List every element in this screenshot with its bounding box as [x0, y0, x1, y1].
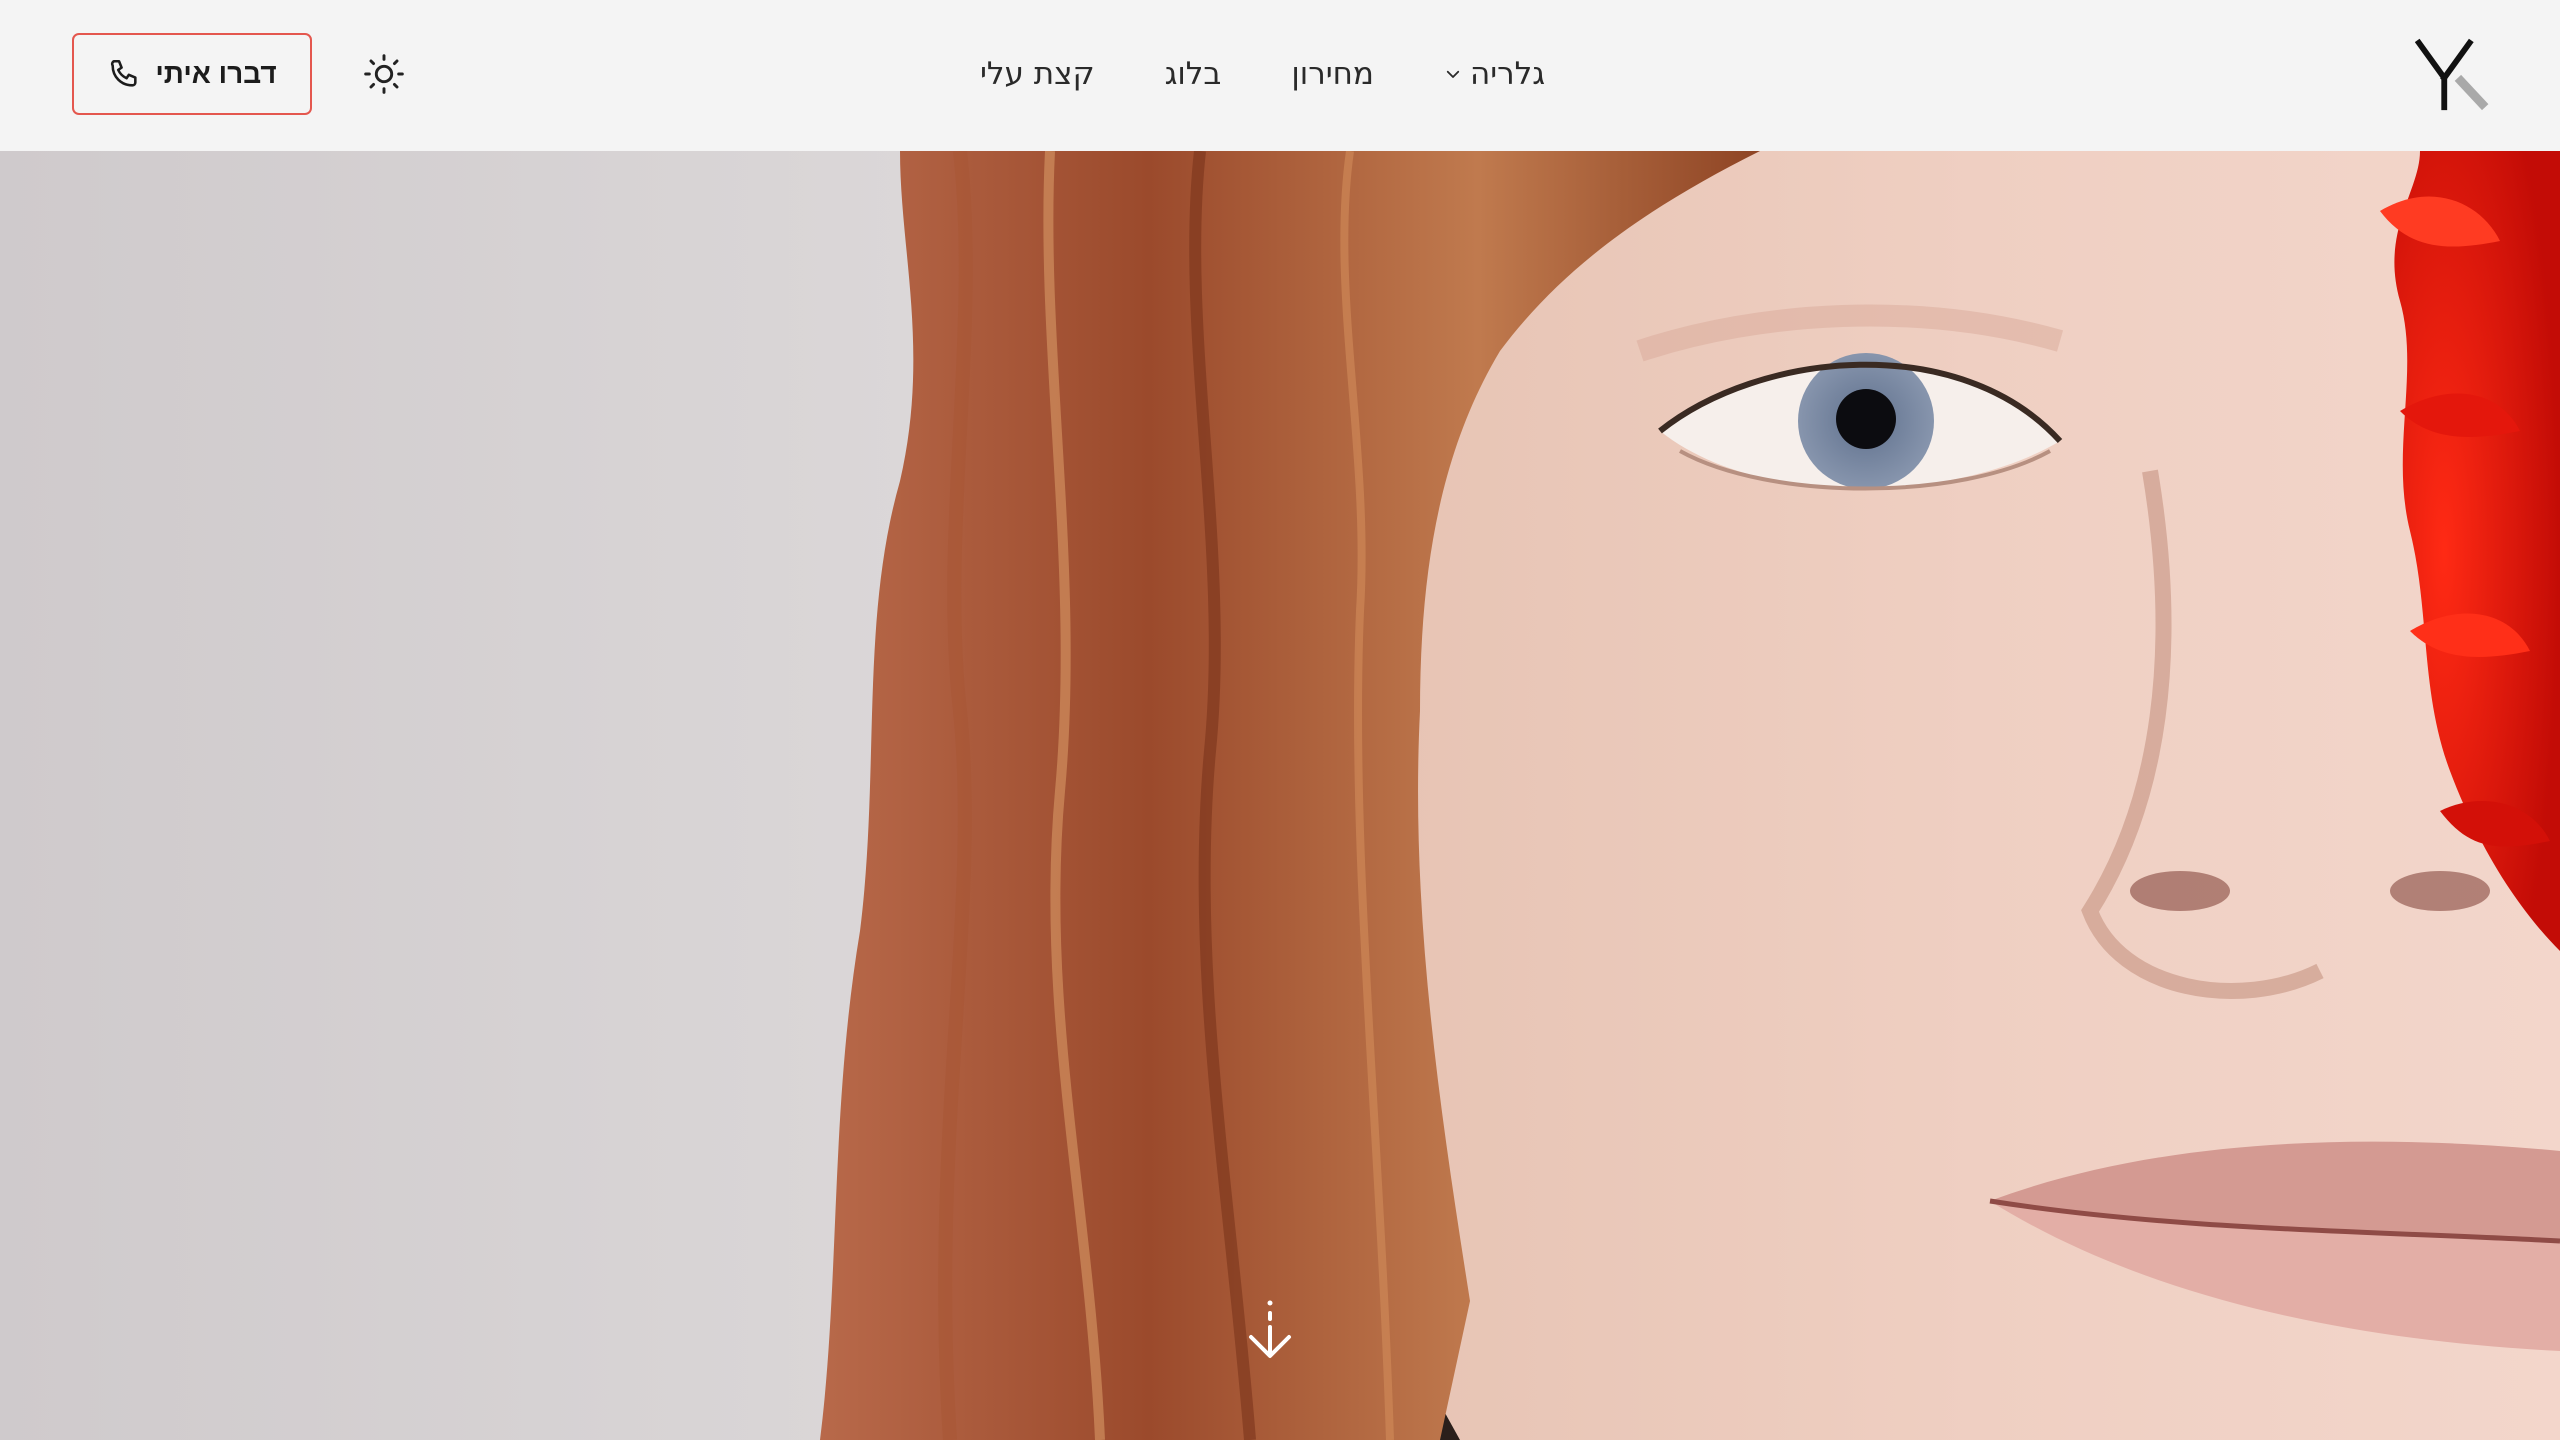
nav-item-about[interactable]: קצת עלי [980, 56, 1095, 92]
arrow-down-icon[interactable] [1245, 1299, 1295, 1361]
y-logo-icon[interactable] [2415, 38, 2493, 112]
nav-item-label: קצת עלי [980, 56, 1095, 92]
contact-me-button[interactable]: דברו איתי [72, 33, 312, 115]
chevron-down-icon [1446, 70, 1460, 78]
nav-item-label: בלוג [1164, 56, 1222, 92]
sun-icon[interactable] [362, 52, 406, 96]
hero-section [0, 151, 2560, 1440]
nav-item-gallery[interactable]: גלריה [1444, 56, 1545, 92]
phone-icon [111, 59, 137, 87]
nav-item-pricing[interactable]: מחירון [1291, 56, 1374, 92]
main-nav: קצת עלי בלוג מחירון גלריה [980, 40, 1545, 108]
nav-item-blog[interactable]: בלוג [1165, 56, 1222, 92]
site-header: דברו איתי קצת עלי בלוג מחירון גלריה [0, 0, 2560, 151]
contact-me-label: דברו איתי [155, 58, 277, 89]
nav-item-label: מחירון [1291, 56, 1374, 92]
nav-item-label: גלריה [1469, 56, 1546, 92]
hero-portrait-image [820, 151, 2560, 1440]
